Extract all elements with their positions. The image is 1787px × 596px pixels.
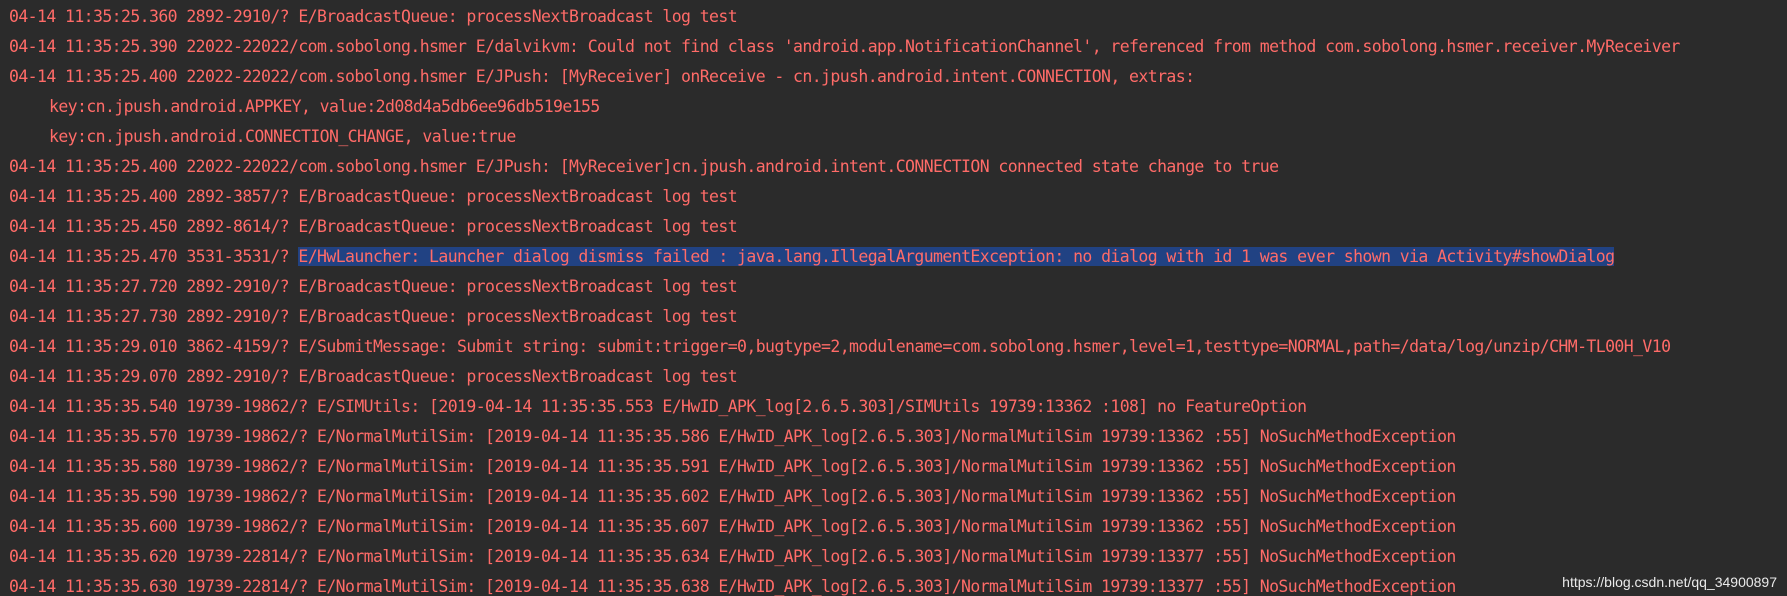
log-line[interactable]: 04-14 11:35:29.010 3862-4159/? E/SubmitM… — [0, 332, 1787, 362]
log-line[interactable]: 04-14 11:35:25.400 22022-22022/com.sobol… — [0, 62, 1787, 92]
log-line[interactable]: 04-14 11:35:25.360 2892-2910/? E/Broadca… — [0, 2, 1787, 32]
logcat-output[interactable]: 04-14 11:35:25.360 2892-2910/? E/Broadca… — [0, 0, 1787, 596]
log-line[interactable]: 04-14 11:35:25.390 22022-22022/com.sobol… — [0, 32, 1787, 62]
log-line-continuation[interactable]: key:cn.jpush.android.CONNECTION_CHANGE, … — [0, 122, 1787, 152]
log-line[interactable]: 04-14 11:35:35.620 19739-22814/? E/Norma… — [0, 542, 1787, 572]
log-line[interactable]: 04-14 11:35:27.730 2892-2910/? E/Broadca… — [0, 302, 1787, 332]
log-line[interactable]: 04-14 11:35:35.540 19739-19862/? E/SIMUt… — [0, 392, 1787, 422]
log-line[interactable]: 04-14 11:35:35.630 19739-22814/? E/Norma… — [0, 572, 1787, 596]
log-line[interactable]: 04-14 11:35:25.450 2892-8614/? E/Broadca… — [0, 212, 1787, 242]
log-line[interactable]: 04-14 11:35:27.720 2892-2910/? E/Broadca… — [0, 272, 1787, 302]
log-line[interactable]: 04-14 11:35:35.590 19739-19862/? E/Norma… — [0, 482, 1787, 512]
log-line-continuation[interactable]: key:cn.jpush.android.APPKEY, value:2d08d… — [0, 92, 1787, 122]
log-line[interactable]: 04-14 11:35:25.400 2892-3857/? E/Broadca… — [0, 182, 1787, 212]
log-line[interactable]: 04-14 11:35:29.070 2892-2910/? E/Broadca… — [0, 362, 1787, 392]
log-line-prefix: 04-14 11:35:25.470 3531-3531/? — [9, 247, 299, 266]
log-line[interactable]: 04-14 11:35:25.400 22022-22022/com.sobol… — [0, 152, 1787, 182]
log-line-selected[interactable]: 04-14 11:35:25.470 3531-3531/? E/HwLaunc… — [0, 242, 1787, 272]
log-line[interactable]: 04-14 11:35:35.580 19739-19862/? E/Norma… — [0, 452, 1787, 482]
watermark: https://blog.csdn.net/qq_34900897 — [1560, 574, 1779, 590]
log-line[interactable]: 04-14 11:35:35.570 19739-19862/? E/Norma… — [0, 422, 1787, 452]
selected-text[interactable]: E/HwLauncher: Launcher dialog dismiss fa… — [298, 247, 1615, 266]
log-line[interactable]: 04-14 11:35:35.600 19739-19862/? E/Norma… — [0, 512, 1787, 542]
